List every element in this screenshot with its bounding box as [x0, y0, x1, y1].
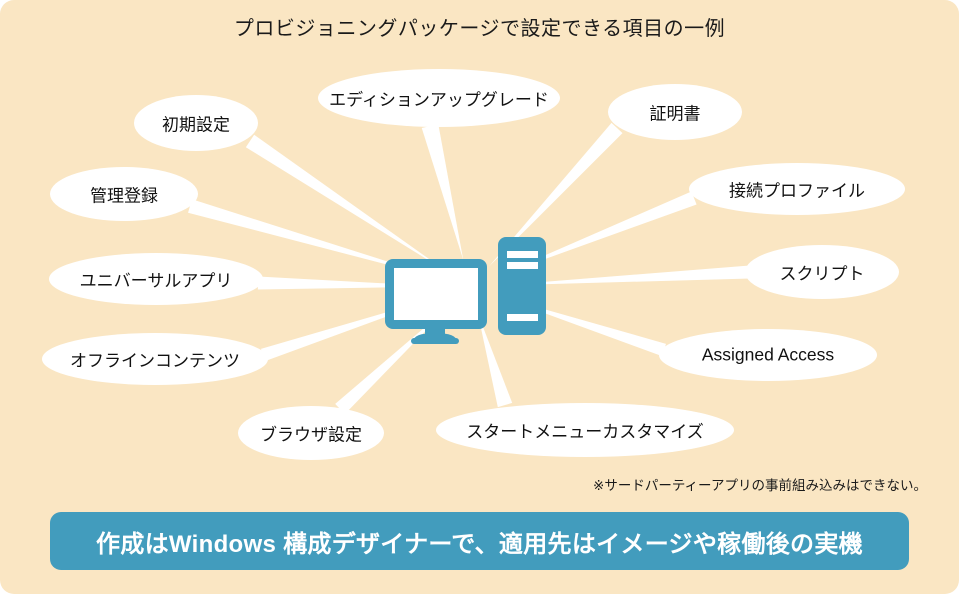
monitor-screen-icon — [394, 268, 478, 320]
footnote: ※サードパーティーアプリの事前組み込みはできない。 — [593, 478, 927, 493]
tower-slot-second-icon — [507, 262, 538, 269]
summary-banner-text: 作成はWindows 構成デザイナーで、適用先はイメージや稼働後の実機 — [96, 530, 863, 558]
callout-bubble-edition-upgrade[interactable] — [318, 69, 560, 127]
tower-slot-top-icon — [507, 251, 538, 258]
screenshot-root: プロビジョニングパッケージで設定できる項目の一例 初期設定 エディションアップグレ… — [0, 0, 959, 594]
callout-bubble-start-menu-custom[interactable] — [436, 403, 734, 457]
monitor-base-icon — [411, 338, 459, 344]
callout-bubble-assigned-access[interactable] — [659, 329, 877, 381]
callout-bubble-script[interactable] — [745, 245, 899, 299]
callout-bubble-management-enrollment[interactable] — [50, 167, 198, 221]
summary-banner: 作成はWindows 構成デザイナーで、適用先はイメージや稼働後の実機 — [50, 512, 909, 570]
callout-bubble-browser-settings[interactable] — [238, 406, 384, 460]
callout-bubble-certificate[interactable] — [608, 84, 742, 140]
diagram-panel: プロビジョニングパッケージで設定できる項目の一例 初期設定 エディションアップグレ… — [0, 0, 959, 594]
callout-bubble-offline-content[interactable] — [42, 333, 268, 385]
desktop-computer-icon — [383, 235, 558, 345]
callout-bubble-initial-setup[interactable] — [134, 95, 258, 151]
callout-bubble-connection-profile[interactable] — [689, 163, 905, 215]
callout-bubble-universal-app[interactable] — [49, 253, 263, 305]
tower-slot-bottom-icon — [507, 314, 538, 321]
